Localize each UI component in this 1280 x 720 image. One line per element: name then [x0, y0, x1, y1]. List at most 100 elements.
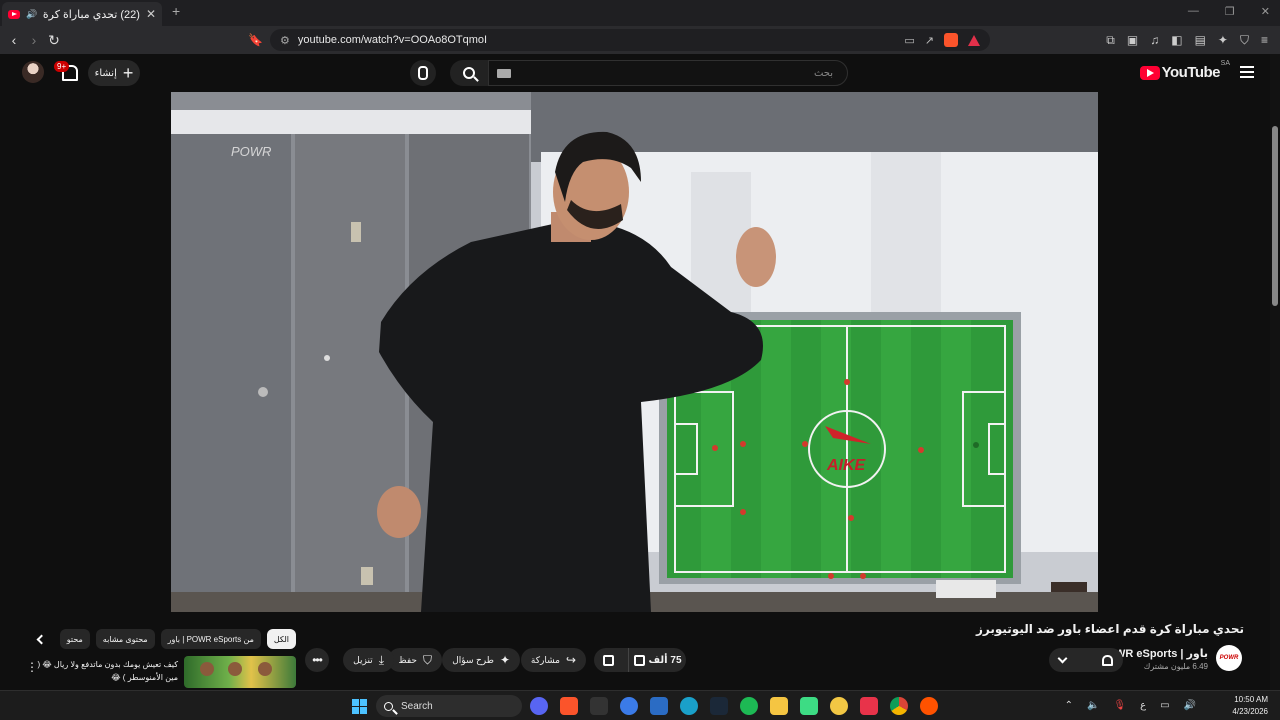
- more-actions-button[interactable]: •••: [305, 648, 329, 672]
- ask-button[interactable]: ✦ طرح سؤال: [442, 648, 520, 672]
- notification-badge: 9+: [54, 61, 70, 72]
- cast-icon[interactable]: ▭: [904, 34, 914, 47]
- bookmark-save-icon: ⛉: [422, 652, 432, 667]
- reload-icon[interactable]: ↻: [44, 32, 64, 49]
- chevron-down-icon: [1057, 653, 1068, 664]
- android-icon[interactable]: [800, 697, 818, 715]
- save-label: حفظ: [398, 654, 417, 665]
- search-button[interactable]: [450, 60, 488, 86]
- dislike-button[interactable]: [594, 654, 622, 666]
- epic-games-icon[interactable]: [590, 697, 608, 715]
- audio-icon[interactable]: 🔊: [26, 9, 37, 20]
- save-button[interactable]: ⛉ حفظ: [388, 648, 442, 672]
- back-icon[interactable]: ‹: [4, 32, 24, 48]
- chrome-icon[interactable]: [890, 697, 908, 715]
- guide-menu-icon[interactable]: [1240, 66, 1254, 78]
- adobe-icon[interactable]: [860, 697, 878, 715]
- clock-date: 4/23/2026: [1232, 707, 1268, 716]
- spotify-icon[interactable]: [740, 697, 758, 715]
- subscriber-count: 6.49 مليون مشترك: [1143, 662, 1208, 671]
- microphone-icon[interactable]: 🎙: [1113, 700, 1126, 711]
- brave-shields-icon[interactable]: [944, 33, 958, 47]
- discord-icon[interactable]: [530, 697, 548, 715]
- tab-title: (22) تحدي مباراة كرة قدم اعضا: [43, 8, 140, 21]
- create-label: إنشاء: [94, 67, 117, 79]
- scrollbar-thumb[interactable]: [1272, 126, 1278, 306]
- browser-tab-bar: 🔊 (22) تحدي مباراة كرة قدم اعضا ✕ + — ❐ …: [0, 0, 1280, 26]
- youtube-wordmark: YouTube: [1161, 64, 1221, 81]
- recommended-thumbnail[interactable]: [184, 656, 296, 688]
- youtube-logo[interactable]: YouTube SA: [1139, 60, 1230, 81]
- browser-tab[interactable]: 🔊 (22) تحدي مباراة كرة قدم اعضا ✕: [2, 2, 162, 26]
- speaker-icon[interactable]: 🔊: [1184, 700, 1196, 711]
- chip-from-channel[interactable]: من POWR eSports | باور: [160, 629, 261, 649]
- window-controls: — ❐ ✕: [1188, 5, 1270, 18]
- keyboard-icon[interactable]: [497, 69, 511, 78]
- bookmark-icon[interactable]: 🔖: [248, 33, 263, 47]
- video-player[interactable]: AIKE POWR: [171, 92, 1098, 612]
- leo-ai-icon[interactable]: ✦: [1218, 33, 1228, 48]
- edge-icon[interactable]: [680, 697, 698, 715]
- url-text[interactable]: youtube.com/watch?v=OOAo8OTqmoI: [298, 34, 487, 46]
- voice-search-button[interactable]: [410, 60, 436, 86]
- share-button[interactable]: ↪ مشاركة: [520, 648, 586, 672]
- kebab-menu-icon[interactable]: ⋮: [26, 660, 38, 674]
- media-icon[interactable]: ♫: [1150, 33, 1159, 48]
- brave-icon[interactable]: [560, 697, 578, 715]
- new-tab-button[interactable]: +: [172, 3, 180, 19]
- channel-watermark: POWR: [231, 144, 271, 159]
- extensions-icon[interactable]: ⧉: [1106, 33, 1115, 48]
- account-avatar[interactable]: [22, 61, 44, 83]
- youtube-favicon-icon: [8, 9, 20, 19]
- subscribed-button[interactable]: [1049, 648, 1123, 672]
- thumbs-up-icon: [633, 654, 645, 666]
- chevron-up-icon[interactable]: ⌃: [1065, 700, 1073, 711]
- browser-menu-icon[interactable]: ≡: [1261, 33, 1268, 48]
- recommended-title[interactable]: كيف تعيش يومك بدون ماتدفع ولا ريال 😂 ( م…: [30, 658, 178, 684]
- video-title: تحدي مباراة كرة قدم اعضاء باور ضد اليوتي…: [975, 622, 1244, 636]
- pinned-apps: [530, 697, 938, 715]
- vpn-icon[interactable]: ⛉: [1240, 33, 1249, 48]
- chip-all[interactable]: الكل: [266, 629, 296, 649]
- language-indicator[interactable]: ع: [1140, 700, 1146, 711]
- page-scrollbar[interactable]: [1270, 54, 1280, 690]
- forward-icon[interactable]: ›: [24, 32, 44, 48]
- extensions-area: ⧉ ▣ ♫ ◧ ▤ ✦ ⛉ ≡: [1106, 33, 1268, 48]
- screenshot-icon[interactable]: ▣: [1127, 33, 1138, 48]
- minimize-icon[interactable]: —: [1188, 5, 1199, 18]
- file-explorer-icon[interactable]: [770, 697, 788, 715]
- chip-recent[interactable]: محتو: [59, 629, 90, 649]
- volume-icon[interactable]: 🔈: [1087, 700, 1099, 711]
- share-icon: ↪: [565, 653, 576, 667]
- brave-rewards-icon[interactable]: [968, 34, 980, 46]
- download-button[interactable]: ⤓ تنزيل: [343, 648, 394, 672]
- app-icon[interactable]: [620, 697, 638, 715]
- youtube-header: YouTube SA بحث إنشاء + 9+: [0, 54, 1280, 92]
- settings-app-icon[interactable]: [650, 697, 668, 715]
- emoji-app-icon[interactable]: [830, 697, 848, 715]
- search-icon: [463, 67, 475, 79]
- close-window-icon[interactable]: ✕: [1261, 5, 1270, 18]
- search-input[interactable]: بحث: [488, 60, 848, 86]
- like-button[interactable]: 75 ألف: [628, 648, 686, 672]
- close-tab-icon[interactable]: ✕: [146, 7, 156, 21]
- sidebar-icon[interactable]: ◧: [1171, 33, 1182, 48]
- taskbar-search[interactable]: Search: [376, 695, 522, 717]
- chip-related[interactable]: محتوى مشابه: [95, 629, 155, 649]
- taskbar-clock[interactable]: 10:50 AM 4/23/2026: [1232, 694, 1268, 718]
- plus-icon: +: [122, 63, 134, 83]
- steelseries-icon[interactable]: [920, 697, 938, 715]
- channel-avatar[interactable]: POWR: [1216, 645, 1242, 671]
- omnibox[interactable]: ⚙ youtube.com/watch?v=OOAo8OTqmoI ▭ ↗: [270, 29, 990, 51]
- ask-label: طرح سؤال: [452, 654, 494, 665]
- start-icon[interactable]: [352, 699, 367, 714]
- watch-metadata: تحدي مباراة كرة قدم اعضاء باور ضد اليوتي…: [0, 612, 1280, 690]
- share-page-icon[interactable]: ↗: [925, 34, 934, 47]
- site-settings-icon[interactable]: ⚙: [280, 34, 290, 47]
- network-icon[interactable]: ▭: [1160, 700, 1169, 711]
- create-button[interactable]: إنشاء +: [88, 60, 140, 86]
- steam-icon[interactable]: [710, 697, 728, 715]
- like-count: 75 ألف: [648, 654, 682, 666]
- restore-icon[interactable]: ❐: [1225, 5, 1235, 18]
- wallet-icon[interactable]: ▤: [1195, 33, 1206, 48]
